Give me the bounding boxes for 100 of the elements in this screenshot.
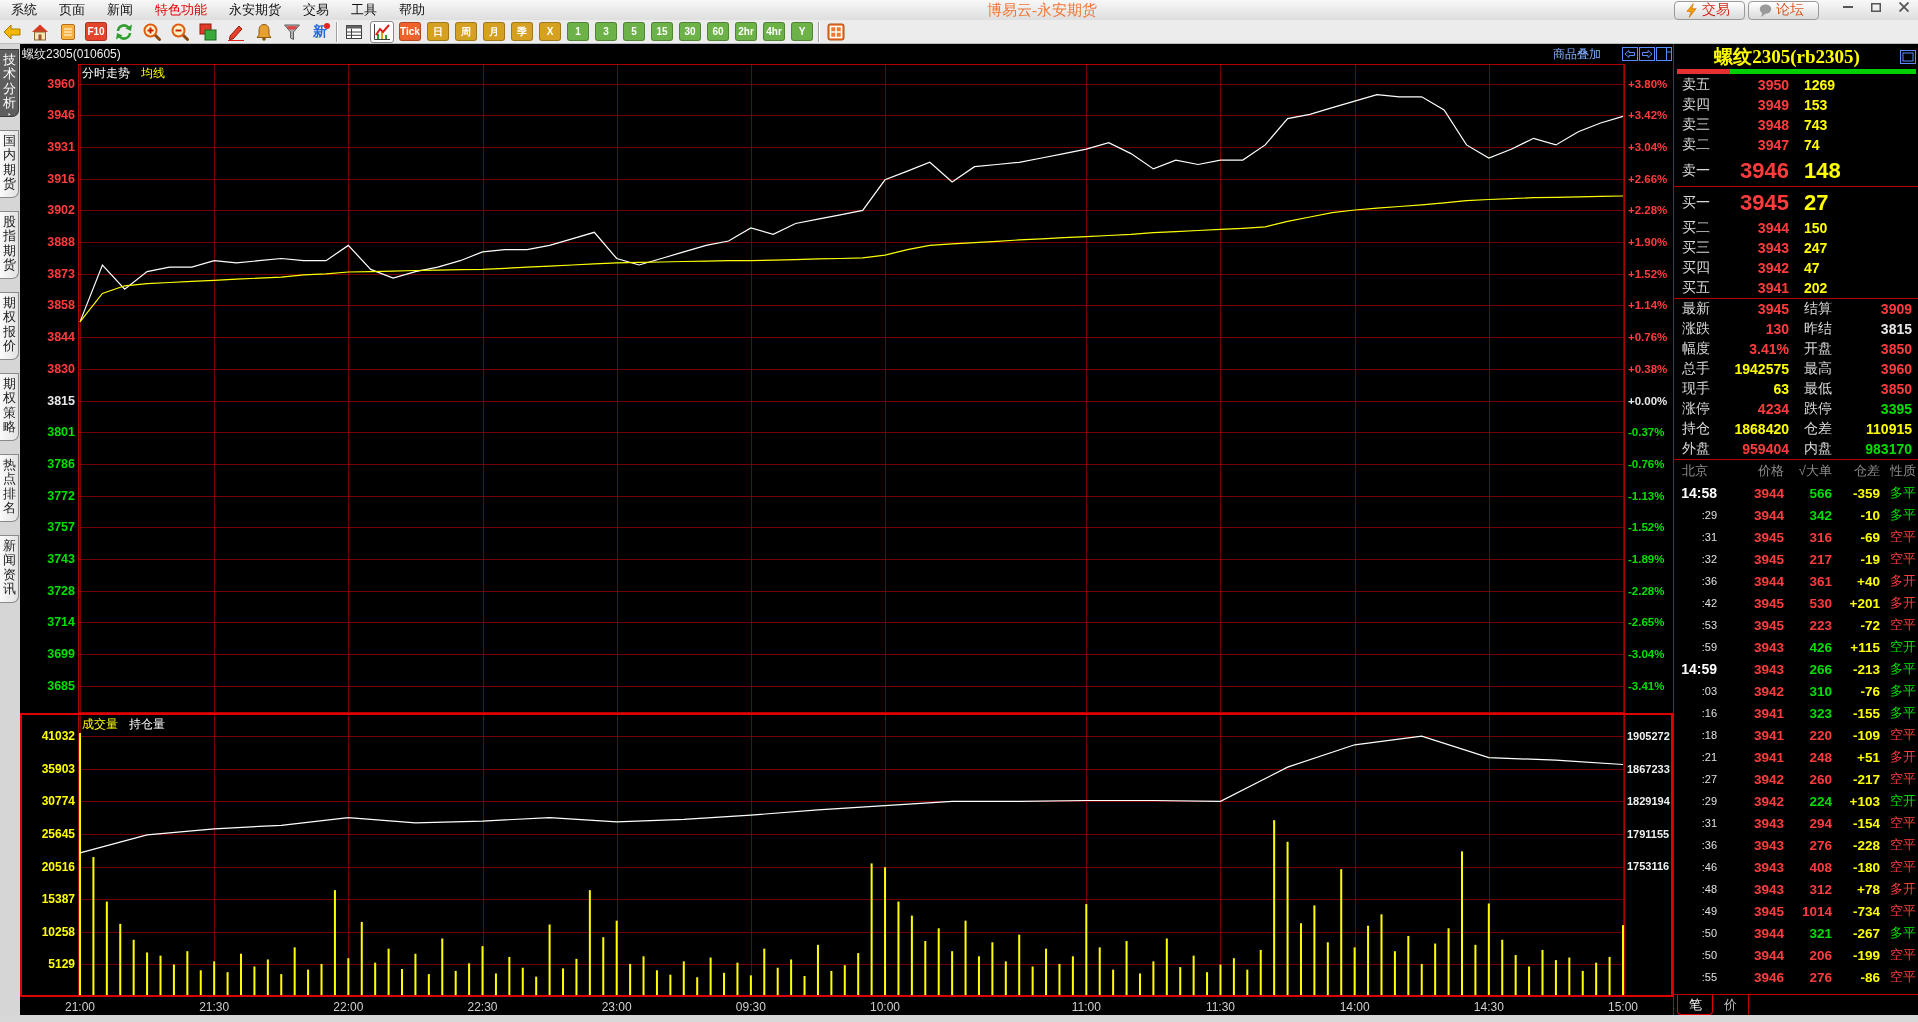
window-title: 博易云-永安期货: [987, 0, 1097, 20]
order-volume: 148: [1803, 157, 1842, 184]
axis-label: +2.28%: [1628, 204, 1668, 217]
toolbar-button[interactable]: 30: [679, 22, 701, 41]
table-cell-text: 566: [1808, 485, 1832, 501]
table-cell-text: 310: [1808, 683, 1832, 699]
menu-item[interactable]: 系统: [0, 0, 48, 20]
toolbar-button[interactable]: 3: [595, 22, 617, 41]
table-cell-text: +115: [1849, 639, 1880, 655]
toolbar-button[interactable]: 1: [567, 22, 589, 41]
scroll-left-icon[interactable]: [1622, 47, 1638, 61]
toolbar-button[interactable]: 周: [455, 22, 477, 41]
table-cell-text: 空平: [1889, 902, 1917, 920]
axis-label: -3.41%: [1628, 679, 1665, 692]
side-tab[interactable]: 热点排名: [0, 454, 19, 522]
volume-bar: [119, 923, 122, 995]
legend-label: 均线: [141, 66, 165, 80]
axis-label: +3.04%: [1628, 141, 1668, 154]
column-header: 性质: [1889, 462, 1917, 480]
toolbar-button[interactable]: [196, 20, 220, 43]
toolbar-button[interactable]: 4hr: [763, 22, 785, 41]
stat-label: 最低: [1803, 380, 1833, 398]
volume-bar: [1018, 934, 1021, 995]
table-cell-text: :03: [1700, 685, 1717, 697]
overlay-link[interactable]: 商品叠加: [1553, 45, 1601, 63]
menu-item[interactable]: 新闻: [96, 0, 144, 20]
maximize-icon[interactable]: [1900, 50, 1916, 64]
toolbar-button[interactable]: 季: [511, 22, 533, 41]
order-volume: 153: [1803, 97, 1829, 113]
axis-label: 22:00: [333, 1000, 364, 1014]
table-cell-text: 3941: [1752, 705, 1784, 721]
maximize-icon: [1871, 2, 1881, 12]
menu-item[interactable]: 永安期货: [218, 0, 292, 20]
toolbar-button[interactable]: 2hr: [735, 22, 757, 41]
table-cell-text: 空开: [1889, 638, 1917, 656]
menu-item[interactable]: 特色功能: [144, 0, 218, 20]
stat-label: 涨停: [1682, 400, 1711, 418]
table-cell-text: :16: [1700, 707, 1717, 719]
side-tab[interactable]: 新闻资讯: [0, 535, 19, 603]
table-cell-text: -155: [1851, 705, 1880, 721]
volume-bar: [1474, 944, 1477, 995]
table-cell-text: 312: [1808, 881, 1832, 897]
side-tab[interactable]: 技术分析: [0, 49, 19, 117]
split-view-icon[interactable]: [1656, 47, 1672, 61]
side-tab[interactable]: 股指期货: [0, 211, 19, 279]
trade-button[interactable]: 交易: [1674, 0, 1745, 20]
table-cell-text: :42: [1700, 597, 1717, 609]
side-tab[interactable]: 期权策略: [0, 373, 19, 441]
menu-item[interactable]: 帮助: [388, 0, 436, 20]
table-cell-text: -217: [1851, 771, 1880, 787]
volume-bar: [803, 976, 806, 995]
close-icon: [1899, 2, 1909, 12]
toolbar-button[interactable]: [370, 20, 394, 43]
axis-label: 3873: [47, 266, 75, 281]
axis-label: 10:00: [870, 1000, 901, 1014]
toolbar-button[interactable]: 5: [623, 22, 645, 41]
toolbar-button[interactable]: Y: [791, 22, 813, 41]
stat-value: 1942575: [1733, 361, 1789, 377]
stat-label: 内盘: [1803, 440, 1833, 458]
toolbar-button[interactable]: X: [539, 22, 561, 41]
toolbar-button[interactable]: 60: [707, 22, 729, 41]
axis-label: 3830: [47, 361, 75, 376]
order-price: 3947: [1756, 137, 1789, 153]
table-cell-text: 空平: [1889, 616, 1917, 634]
zoom-out-icon: [171, 22, 189, 41]
menu-item[interactable]: 工具: [340, 0, 388, 20]
list-tab[interactable]: 笔: [1677, 995, 1713, 1015]
toolbar-button[interactable]: Tick: [399, 22, 421, 41]
table-cell-text: -359: [1851, 485, 1880, 501]
axis-label: -1.89%: [1628, 552, 1665, 565]
menu-item[interactable]: 页面: [48, 0, 96, 20]
stat-value: 3815: [1879, 321, 1912, 337]
volume-bar: [1393, 951, 1396, 995]
table-cell-text: 3945: [1752, 551, 1784, 567]
toolbar-button[interactable]: 15: [651, 22, 673, 41]
table-cell-text: :29: [1700, 509, 1717, 521]
menu-item[interactable]: 交易: [292, 0, 340, 20]
news-button[interactable]: 新: [308, 20, 332, 43]
axis-label: 21:30: [199, 1000, 230, 1014]
scroll-right-icon[interactable]: [1639, 47, 1655, 61]
table-cell-text: 3945: [1752, 529, 1784, 545]
arrow-left-icon: [3, 22, 21, 41]
stat-label: 总手: [1682, 360, 1711, 378]
stat-label: 仓差: [1803, 420, 1833, 438]
toolbar-button[interactable]: 月: [483, 22, 505, 41]
forum-button[interactable]: 论坛: [1748, 0, 1819, 20]
volume-bar: [441, 938, 444, 995]
volume-bar: [575, 958, 578, 995]
toolbar-button[interactable]: 日: [427, 22, 449, 41]
order-label: 买一: [1682, 193, 1711, 212]
side-tab[interactable]: 期权报价: [0, 292, 19, 360]
toolbar-button[interactable]: F10: [85, 22, 107, 41]
table-cell-text: -19: [1859, 551, 1880, 567]
side-tab[interactable]: 国内期货: [0, 130, 19, 198]
volume-bar: [763, 948, 766, 995]
table-cell-text: :50: [1700, 949, 1717, 961]
bell-icon: [255, 22, 273, 41]
axis-label: +1.52%: [1628, 267, 1668, 280]
volume-bar: [1098, 947, 1101, 995]
volume-bar: [508, 956, 511, 995]
